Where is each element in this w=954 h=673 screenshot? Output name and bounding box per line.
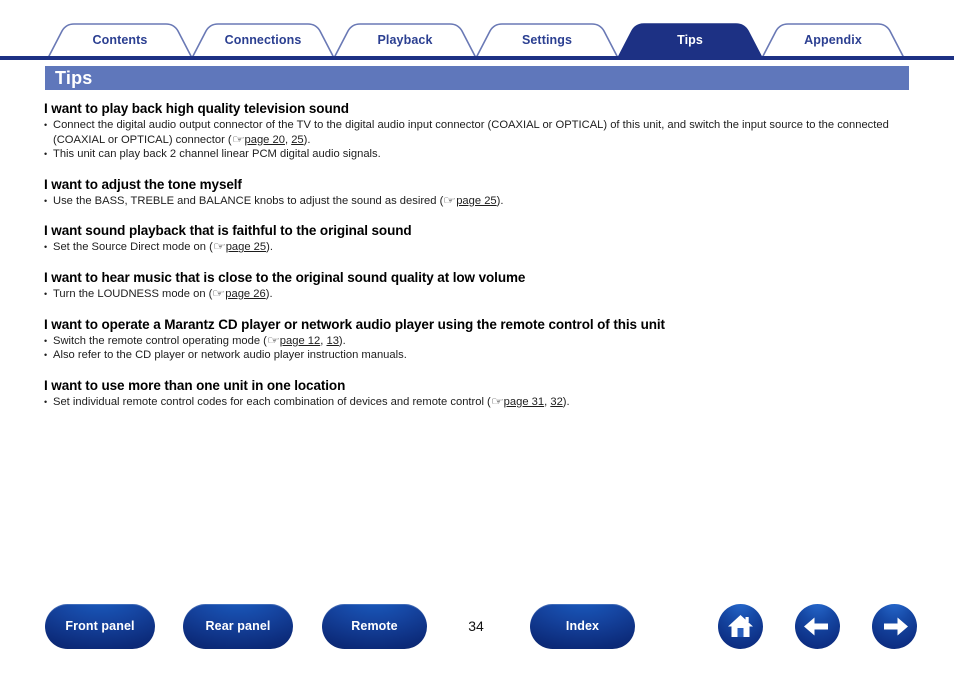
tab-playback[interactable]: Playback (334, 22, 476, 58)
tab-appendix[interactable]: Appendix (762, 22, 904, 58)
page-link[interactable]: 13 (326, 335, 338, 347)
front-panel-button[interactable]: Front panel (45, 604, 155, 649)
faq-bullet-text-tail: ). (338, 334, 346, 347)
page-reference: ☞page 25 (443, 195, 496, 207)
page-link[interactable]: page 25 (456, 195, 496, 207)
faq-question: I want to play back high quality televis… (44, 101, 349, 116)
forward-button[interactable] (872, 604, 917, 649)
faq-bullet: Connect the digital audio output connect… (44, 118, 924, 147)
faq-bullet-list: Set individual remote control codes for … (44, 395, 924, 410)
faq-bullet: Set the Source Direct mode on (☞page 25)… (44, 240, 924, 255)
home-icon (728, 615, 753, 637)
faq-section: I want to use more than one unit in one … (44, 377, 924, 410)
faq-bullet-text-tail: ). (265, 287, 273, 300)
faq-bullet-text: Also refer to the CD player or network a… (53, 349, 407, 362)
pointing-hand-icon: ☞ (490, 395, 505, 408)
faq-section: I want to adjust the tone myself Use the … (44, 176, 924, 209)
tab-contents[interactable]: Contents (48, 22, 192, 58)
page-title: Tips (55, 68, 93, 88)
page-reference: ☞page 20, 25 (232, 134, 304, 146)
faq-section: I want to operate a Marantz CD player or… (44, 316, 924, 363)
page-link[interactable]: page 31 (504, 396, 544, 408)
page-reference: ☞page 25 (213, 241, 266, 253)
faq-bullet-text: Turn the LOUDNESS mode on ( (53, 287, 213, 300)
faq-bullet: Set individual remote control codes for … (44, 395, 924, 410)
tab-tips[interactable]: Tips (618, 22, 762, 58)
page-reference: ☞page 12, 13 (267, 335, 339, 347)
faq-bullet-text: Set individual remote control codes for … (53, 395, 491, 408)
faq-bullet-text-tail: ). (303, 133, 311, 146)
page-reference: ☞page 26 (212, 288, 265, 300)
pointing-hand-icon: ☞ (443, 194, 457, 207)
pointing-hand-icon: ☞ (212, 287, 226, 300)
tab-settings[interactable]: Settings (476, 22, 618, 58)
pointing-hand-icon: ☞ (231, 133, 245, 146)
faq-bullet-list: Switch the remote control operating mode… (44, 334, 924, 363)
faq-section: I want to hear music that is close to th… (44, 269, 924, 302)
section-banner: Tips (45, 66, 909, 90)
right-arrow-icon (884, 617, 908, 636)
faq-bullet: Turn the LOUDNESS mode on (☞page 26). (44, 287, 924, 302)
page-number: 34 (468, 618, 484, 634)
faq-bullet: Also refer to the CD player or network a… (44, 348, 924, 363)
page-link[interactable]: 32 (550, 396, 562, 408)
faq-bullet-text-tail: ). (266, 241, 273, 254)
faq-section: I want to play back high quality televis… (44, 100, 924, 162)
faq-bullet-list: Turn the LOUDNESS mode on (☞page 26). (44, 287, 924, 302)
faq-bullet-text: This unit can play back 2 channel linear… (53, 148, 381, 161)
left-arrow-icon (804, 617, 828, 636)
faq-bullet: Use the BASS, TREBLE and BALANCE knobs t… (44, 194, 924, 209)
tab-bar-underline (0, 56, 954, 60)
faq-bullet-text-tail: ). (562, 395, 570, 408)
faq-question: I want to use more than one unit in one … (44, 377, 346, 393)
faq-bullet-list: Use the BASS, TREBLE and BALANCE knobs t… (44, 194, 924, 209)
faq-question: I want to hear music that is close to th… (44, 269, 526, 285)
faq-bullet-text-tail: ). (496, 194, 504, 207)
faq-bullet-list: Set the Source Direct mode on (☞page 25)… (44, 240, 924, 255)
pointing-hand-icon: ☞ (266, 334, 281, 347)
faq-section: I want sound playback that is faithful t… (44, 222, 924, 255)
faq-bullet: Switch the remote control operating mode… (44, 334, 924, 349)
faq-bullet-text: Connect the digital audio output connect… (53, 119, 889, 146)
rear-panel-button[interactable]: Rear panel (183, 604, 293, 649)
pointing-hand-icon: ☞ (212, 241, 227, 254)
page-link[interactable]: page 26 (225, 288, 265, 300)
page-link[interactable]: page 20 (245, 134, 285, 146)
faq-content: I want to play back high quality televis… (44, 100, 924, 423)
remote-button[interactable]: Remote (322, 604, 427, 649)
faq-bullet-text: Switch the remote control operating mode… (53, 334, 267, 347)
faq-question: I want sound playback that is faithful t… (44, 223, 412, 239)
page-link[interactable]: page 25 (226, 241, 266, 253)
page-link[interactable]: page 12 (280, 335, 320, 347)
faq-question: I want to operate a Marantz CD player or… (44, 316, 665, 332)
faq-bullet: This unit can play back 2 channel linear… (44, 147, 924, 162)
faq-bullet-list: Connect the digital audio output connect… (44, 118, 924, 162)
faq-question: I want to adjust the tone myself (44, 176, 242, 192)
page-reference: ☞page 31, 32 (491, 396, 563, 408)
index-button[interactable]: Index (530, 604, 635, 649)
faq-bullet-text: Use the BASS, TREBLE and BALANCE knobs t… (53, 194, 444, 207)
tab-connections[interactable]: Connections (192, 22, 334, 58)
page-link[interactable]: 25 (291, 134, 303, 146)
home-button[interactable] (718, 604, 763, 649)
faq-bullet-text: Set the Source Direct mode on ( (53, 241, 213, 254)
back-button[interactable] (795, 604, 840, 649)
tab-bar: Contents Connections Playback Settings T… (0, 22, 954, 58)
footer-nav: Front panel Rear panel Remote 34 Index (0, 604, 954, 652)
